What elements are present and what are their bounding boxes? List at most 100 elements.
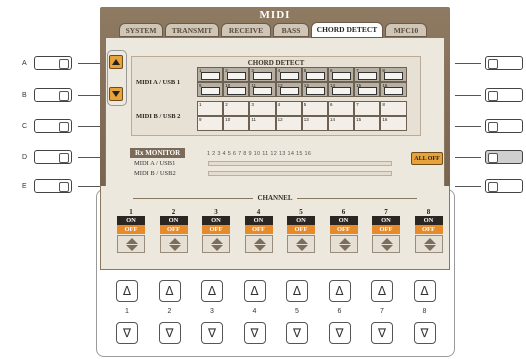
chord-channel-cell[interactable]: 8 (380, 101, 407, 116)
chord-channel-cell[interactable]: 10 (223, 116, 250, 131)
chord-channel-cell[interactable]: 1 (197, 101, 224, 116)
channel-on-option[interactable]: ON (414, 216, 443, 225)
chord-channel-cell[interactable]: 5 (301, 101, 328, 116)
hardware-down-button[interactable]: ∇ (158, 322, 181, 344)
scroll-down-button[interactable] (109, 87, 123, 101)
tab-chord-detect[interactable]: CHORD DETECT (311, 22, 383, 38)
button-c-key[interactable] (34, 119, 72, 133)
button-j[interactable]: J (455, 179, 526, 193)
button-i-key[interactable] (485, 150, 523, 164)
chord-channel-cell[interactable]: 11 (249, 116, 276, 131)
button-h-key[interactable] (485, 119, 523, 133)
button-h-leader (455, 125, 481, 127)
hardware-up-button[interactable]: Δ (371, 280, 393, 302)
channel-on-option[interactable]: ON (372, 216, 400, 225)
channel-on-option[interactable]: ON (287, 216, 315, 225)
button-a-key[interactable] (34, 56, 72, 70)
hardware-up-button[interactable]: Δ (201, 280, 223, 302)
chord-channel-cell[interactable]: 15 (354, 116, 381, 131)
button-d-key[interactable] (34, 150, 72, 164)
hardware-up-button[interactable]: Δ (286, 280, 308, 302)
hardware-up-button[interactable]: Δ (243, 280, 266, 302)
channel-updown-control[interactable] (202, 235, 230, 253)
hardware-up-button[interactable]: Δ (328, 280, 351, 302)
chord-channel-cell[interactable]: 3 (249, 67, 276, 82)
tab-bass[interactable]: BASS (273, 23, 309, 37)
hardware-down-button[interactable]: ∇ (413, 322, 436, 344)
channel-on-option[interactable]: ON (159, 216, 188, 225)
chord-channel-cell[interactable]: 16 (380, 116, 407, 131)
chord-channel-cell[interactable]: 12 (275, 116, 302, 131)
hardware-button-number: 7 (380, 308, 384, 315)
chord-channel-cell[interactable]: 7 (354, 67, 381, 82)
button-g[interactable]: G (455, 88, 526, 102)
chord-channel-cell[interactable]: 7 (354, 101, 381, 116)
chord-channel-cell[interactable]: 16 (380, 82, 407, 97)
chord-channel-cell[interactable]: 4 (275, 101, 302, 116)
chord-channel-cell[interactable]: 14 (327, 82, 355, 97)
channel-off-option[interactable]: OFF (372, 225, 400, 234)
button-h[interactable]: H (455, 119, 526, 133)
tab-transmit[interactable]: TRANSMIT (165, 23, 219, 37)
channel-off-option[interactable]: OFF (159, 225, 188, 234)
scroll-up-button[interactable] (109, 55, 123, 69)
channel-updown-control[interactable] (159, 235, 188, 253)
hardware-up-button[interactable]: Δ (413, 280, 436, 302)
chord-channel-cell[interactable]: 1 (197, 67, 224, 82)
chord-channel-cell[interactable]: 10 (223, 82, 250, 97)
hardware-down-button[interactable]: ∇ (371, 322, 393, 344)
hardware-up-button[interactable]: Δ (158, 280, 181, 302)
chord-channel-cell[interactable]: 8 (380, 67, 407, 82)
tab-receive[interactable]: RECEIVE (221, 23, 271, 37)
channel-updown-control[interactable] (414, 235, 443, 253)
button-f[interactable]: F (455, 56, 526, 70)
hardware-up-button[interactable]: Δ (116, 280, 138, 302)
chord-channel-cell[interactable]: 5 (301, 67, 328, 82)
channel-updown-control[interactable] (329, 235, 358, 253)
chord-channel-cell[interactable]: 15 (354, 82, 381, 97)
chord-channel-cell[interactable]: 9 (197, 116, 224, 131)
tab-system[interactable]: SYSTEM (119, 23, 163, 37)
button-b[interactable]: B (22, 88, 106, 102)
button-i[interactable]: I (455, 150, 526, 164)
channel-updown-control[interactable] (287, 235, 315, 253)
channel-off-option[interactable]: OFF (244, 225, 273, 234)
button-g-key[interactable] (485, 88, 523, 102)
button-f-key[interactable] (485, 56, 523, 70)
channel-on-option[interactable]: ON (329, 216, 358, 225)
button-b-key[interactable] (34, 88, 72, 102)
channel-on-option[interactable]: ON (117, 216, 145, 225)
button-j-key[interactable] (485, 179, 523, 193)
hardware-down-button[interactable]: ∇ (328, 322, 351, 344)
channel-off-option[interactable]: OFF (287, 225, 315, 234)
chord-channel-cell[interactable]: 13 (301, 116, 328, 131)
button-a[interactable]: A (22, 56, 106, 70)
chord-channel-cell[interactable]: 2 (223, 101, 250, 116)
channel-off-option[interactable]: OFF (329, 225, 358, 234)
channel-updown-control[interactable] (244, 235, 273, 253)
chord-channel-cell[interactable]: 6 (327, 67, 355, 82)
all-off-button[interactable]: ALL OFF (411, 152, 443, 165)
channel-updown-control[interactable] (117, 235, 145, 253)
channel-on-option[interactable]: ON (244, 216, 273, 225)
hardware-down-button[interactable]: ∇ (201, 322, 223, 344)
chord-channel-cell[interactable]: 4 (275, 67, 302, 82)
channel-off-option[interactable]: OFF (414, 225, 443, 234)
channel-off-option[interactable]: OFF (202, 225, 230, 234)
chord-channel-cell[interactable]: 9 (197, 82, 224, 97)
hardware-down-button[interactable]: ∇ (286, 322, 308, 344)
hardware-down-button[interactable]: ∇ (243, 322, 266, 344)
chord-channel-cell[interactable]: 12 (275, 82, 302, 97)
tab-mfc10[interactable]: MFC10 (385, 23, 427, 37)
chord-channel-cell[interactable]: 6 (327, 101, 355, 116)
chord-channel-cell[interactable]: 11 (249, 82, 276, 97)
chord-channel-cell[interactable]: 14 (327, 116, 355, 131)
channel-off-option[interactable]: OFF (117, 225, 145, 234)
hardware-down-button[interactable]: ∇ (116, 322, 138, 344)
button-e-key[interactable] (34, 179, 72, 193)
channel-on-option[interactable]: ON (202, 216, 230, 225)
chord-channel-cell[interactable]: 2 (223, 67, 250, 82)
chord-channel-cell[interactable]: 13 (301, 82, 328, 97)
chord-channel-cell[interactable]: 3 (249, 101, 276, 116)
channel-updown-control[interactable] (372, 235, 400, 253)
